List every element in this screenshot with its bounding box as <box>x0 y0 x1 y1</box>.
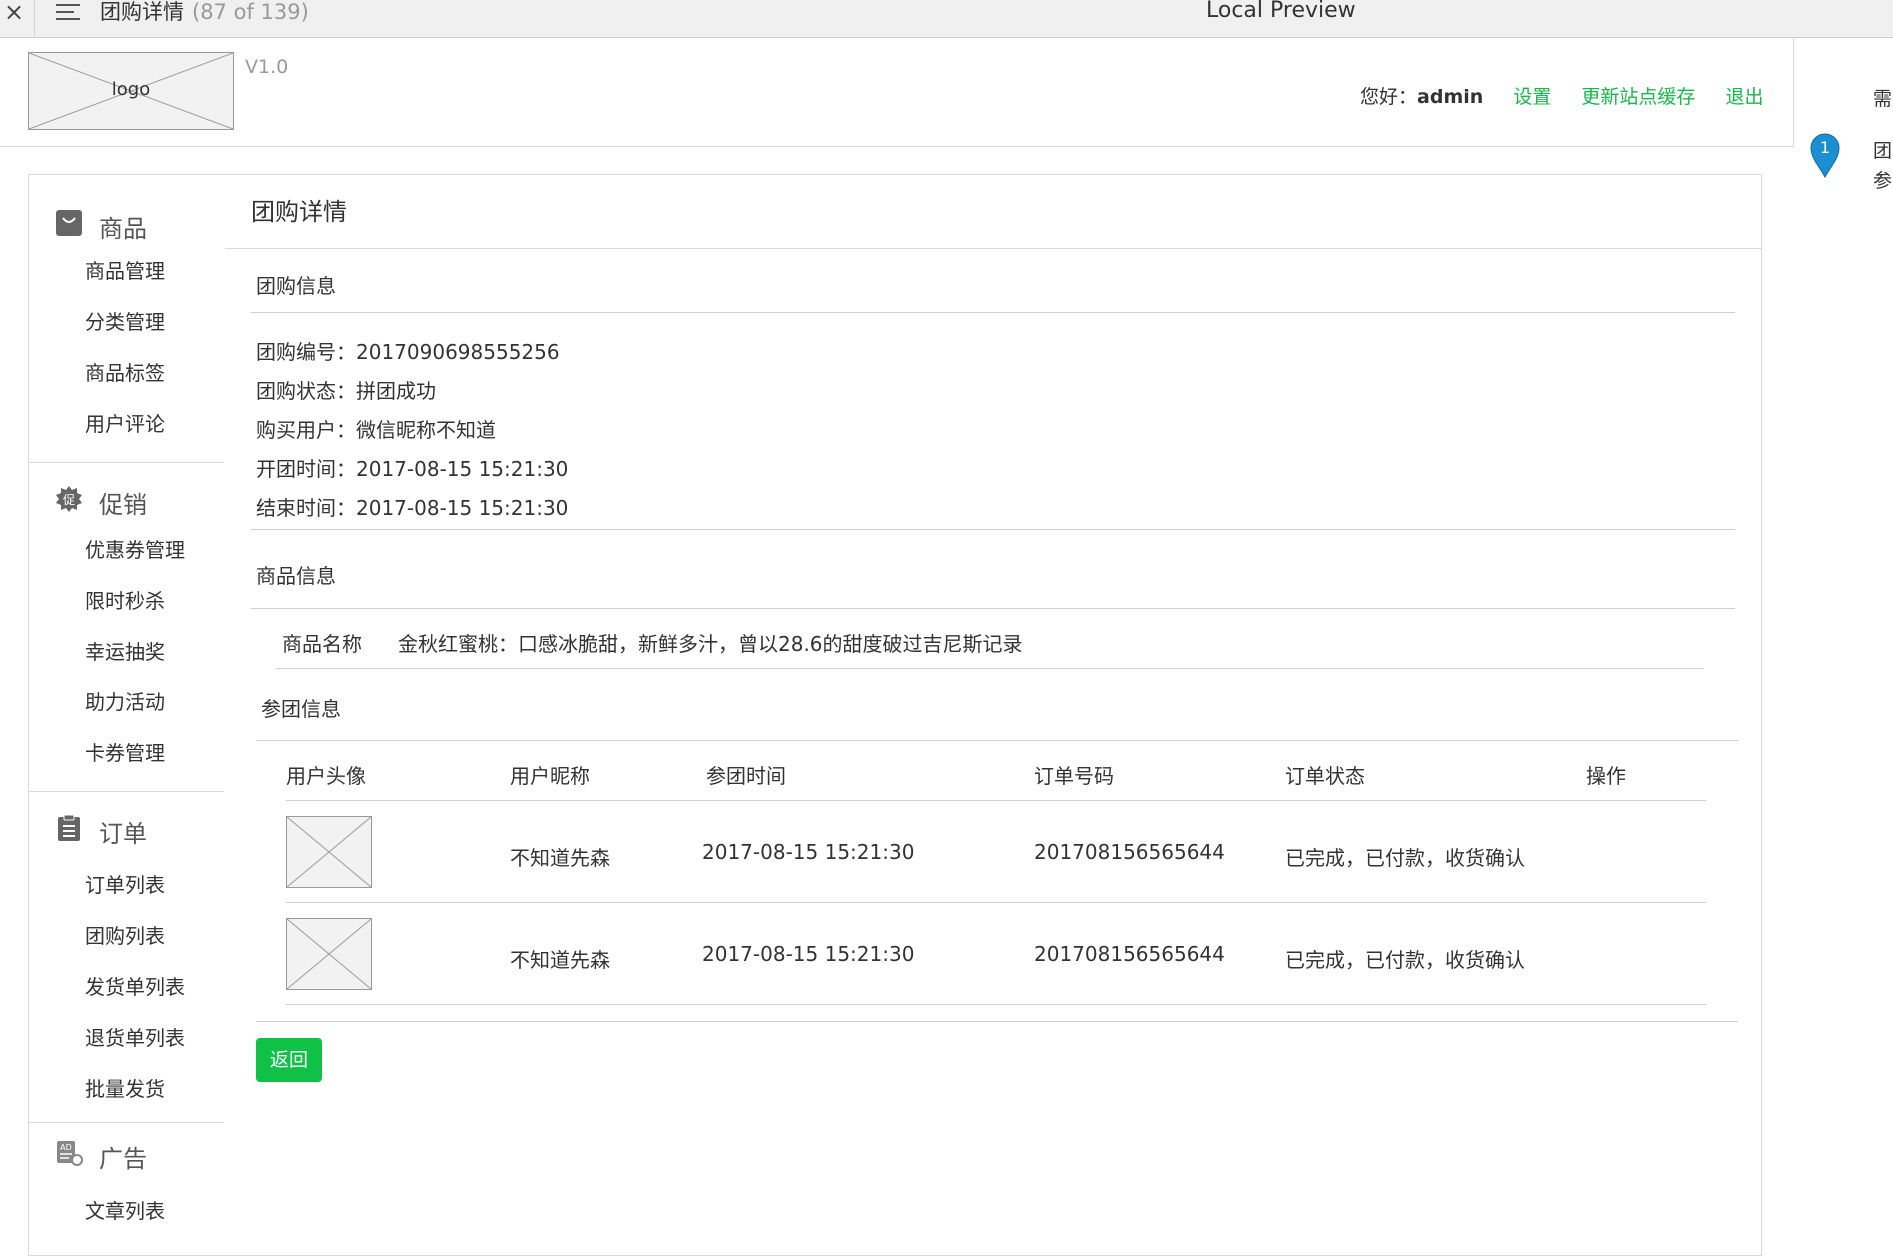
toolbar-divider <box>34 0 35 37</box>
title-divider <box>225 248 1761 249</box>
promotion-badge-icon: 促 <box>56 486 82 512</box>
column-header-order-status: 订单状态 <box>1285 764 1365 788</box>
buyer: 购买用户：微信昵称不知道 <box>256 418 496 442</box>
version-label: V1.0 <box>245 56 289 78</box>
page-title: 团购详情 <box>251 198 347 226</box>
svg-text:AD: AD <box>60 1143 72 1152</box>
member-join-time: 2017-08-15 15:21:30 <box>702 840 915 864</box>
sidebar-group-label: 促销 <box>99 491 147 519</box>
sidebar-item-flash-sale[interactable]: 限时秒杀 <box>85 585 165 614</box>
section-divider <box>256 740 1738 741</box>
sidebar: 商品 商品管理 分类管理 商品标签 用户评论 促 促销 优惠券管理 限时秒杀 幸… <box>28 174 226 1256</box>
column-header-actions: 操作 <box>1586 764 1626 788</box>
member-join-time: 2017-08-15 15:21:30 <box>702 942 915 966</box>
sidebar-item-batch-shipping[interactable]: 批量发货 <box>85 1073 165 1102</box>
marker-number: 1 <box>1819 138 1831 157</box>
sidebar-item-group-buy-list[interactable]: 团购列表 <box>85 920 165 949</box>
sidebar-divider <box>29 791 225 792</box>
sidebar-group-orders[interactable]: 订单 <box>29 810 225 850</box>
table-row-divider <box>286 1004 1706 1005</box>
column-header-avatar: 用户头像 <box>286 764 366 788</box>
username: admin <box>1417 86 1484 108</box>
preview-title: Local Preview <box>1206 0 1356 23</box>
user-area: 您好：admin 设置 更新站点缓存 退出 <box>1360 82 1763 109</box>
product-name-value: 金秋红蜜桃：口感冰脆甜，新鲜多汁，曾以28.6的甜度破过吉尼斯记录 <box>398 632 1023 656</box>
sidebar-group-label: 订单 <box>99 820 147 848</box>
svg-text:促: 促 <box>63 493 75 507</box>
table-header-divider <box>286 800 1706 801</box>
annotation-fragment: 需 <box>1873 88 1893 110</box>
sidebar-item-product-management[interactable]: 商品管理 <box>85 255 165 284</box>
section-title-product-info: 商品信息 <box>256 564 336 588</box>
page-count: (87 of 139) <box>192 0 309 24</box>
sidebar-group-promotion[interactable]: 促 促销 <box>29 481 225 521</box>
section-title-group-info: 团购信息 <box>256 274 336 298</box>
shopping-bag-icon <box>56 210 82 236</box>
sidebar-item-boost-activity[interactable]: 助力活动 <box>85 686 165 715</box>
ad-icon: AD <box>57 1141 83 1166</box>
table-row-divider <box>286 902 1706 903</box>
section-title-members: 参团信息 <box>261 697 341 721</box>
section-divider <box>251 608 1735 609</box>
sidebar-group-ads[interactable]: AD 广告 <box>29 1135 225 1175</box>
avatar <box>286 816 372 888</box>
annotation-marker[interactable]: 1 <box>1809 132 1841 178</box>
product-name-label: 商品名称 <box>282 632 362 656</box>
image-placeholder-icon <box>287 919 371 989</box>
group-id: 团购编号：2017090698555256 <box>256 340 560 364</box>
sidebar-item-return-list[interactable]: 退货单列表 <box>85 1022 185 1051</box>
sidebar-group-label: 商品 <box>99 215 147 243</box>
back-button[interactable]: 返回 <box>256 1038 322 1082</box>
greeting: 您好： <box>1360 86 1418 108</box>
sidebar-item-product-tags[interactable]: 商品标签 <box>85 357 165 386</box>
section-divider <box>256 1021 1738 1022</box>
logout-link[interactable]: 退出 <box>1725 86 1763 108</box>
logo-text: logo <box>111 79 151 100</box>
page-name: 团购详情 <box>100 0 184 24</box>
sidebar-item-shipment-list[interactable]: 发货单列表 <box>85 971 185 1000</box>
sidebar-item-order-list[interactable]: 订单列表 <box>85 869 165 898</box>
menu-icon[interactable] <box>56 2 80 22</box>
section-divider <box>276 668 1704 669</box>
member-nickname: 不知道先森 <box>510 846 610 870</box>
annotation-fragment: 团 <box>1873 140 1893 162</box>
sidebar-group-label: 广告 <box>99 1145 147 1173</box>
section-divider <box>251 529 1735 530</box>
member-order-status: 已完成，已付款，收货确认 <box>1285 948 1525 972</box>
member-order-status: 已完成，已付款，收货确认 <box>1285 846 1525 870</box>
annotation-fragment: 参 <box>1873 170 1893 192</box>
image-placeholder-icon <box>287 817 371 887</box>
sidebar-item-lucky-draw[interactable]: 幸运抽奖 <box>85 636 165 665</box>
group-status: 团购状态：拼团成功 <box>256 379 436 403</box>
column-header-join-time: 参团时间 <box>706 764 786 788</box>
sidebar-divider <box>29 462 225 463</box>
sidebar-item-card-voucher[interactable]: 卡券管理 <box>85 737 165 766</box>
logo[interactable]: logo <box>28 52 234 130</box>
member-order-no: 201708156565644 <box>1034 942 1225 966</box>
settings-link[interactable]: 设置 <box>1513 86 1551 108</box>
member-order-no: 201708156565644 <box>1034 840 1225 864</box>
start-time: 开团时间：2017-08-15 15:21:30 <box>256 457 569 481</box>
sidebar-group-products[interactable]: 商品 <box>29 205 225 245</box>
sidebar-item-coupons[interactable]: 优惠券管理 <box>85 534 185 563</box>
avatar <box>286 918 372 990</box>
refresh-cache-link[interactable]: 更新站点缓存 <box>1581 86 1695 108</box>
sidebar-item-category-management[interactable]: 分类管理 <box>85 306 165 335</box>
end-time: 结束时间：2017-08-15 15:21:30 <box>256 496 569 520</box>
sidebar-divider <box>29 1122 225 1123</box>
sidebar-item-user-reviews[interactable]: 用户评论 <box>85 408 165 437</box>
clipboard-icon <box>58 814 80 841</box>
sidebar-item-article-list[interactable]: 文章列表 <box>85 1195 165 1224</box>
column-header-nickname: 用户昵称 <box>510 764 590 788</box>
column-header-order-no: 订单号码 <box>1034 764 1114 788</box>
section-divider <box>251 312 1735 313</box>
preview-page-title: 团购详情 (87 of 139) <box>100 0 309 24</box>
member-nickname: 不知道先森 <box>510 948 610 972</box>
close-icon[interactable]: × <box>4 0 24 27</box>
